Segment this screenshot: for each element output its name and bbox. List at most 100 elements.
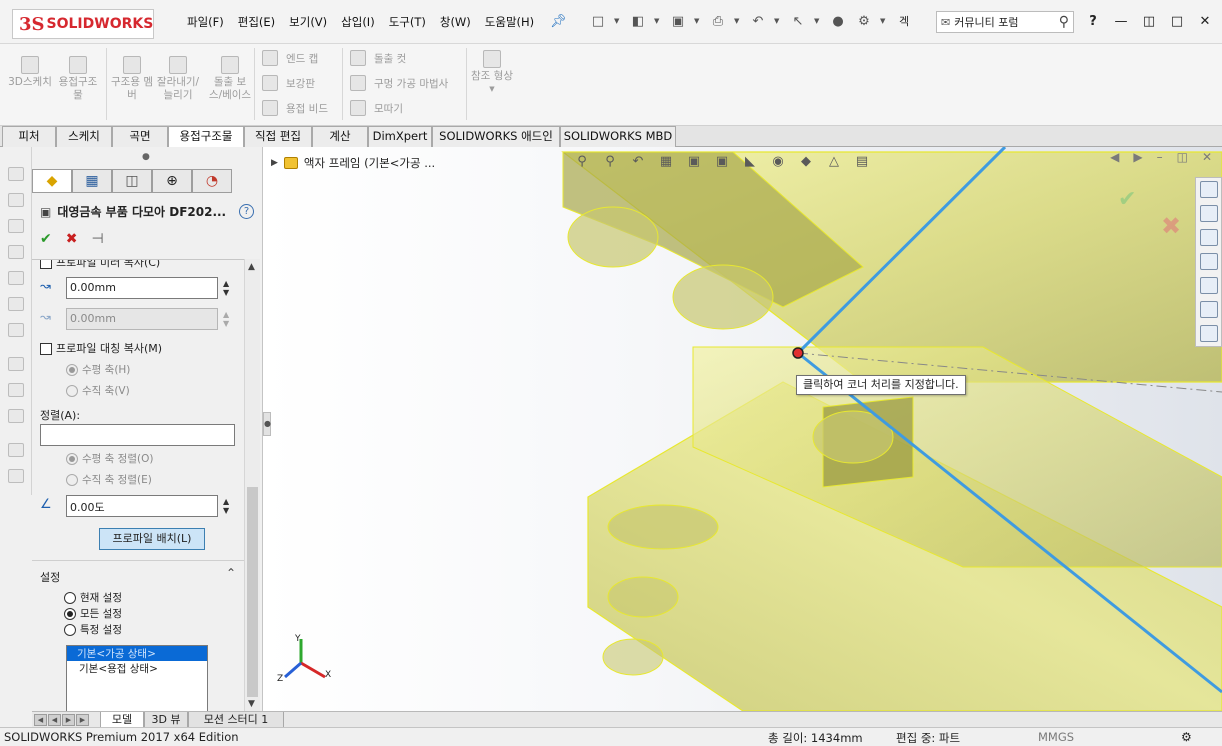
next-tab-icon[interactable]: ▶	[62, 714, 75, 726]
chevron-down-icon[interactable]: ▼	[880, 17, 888, 25]
apply-scene-icon[interactable]: △	[825, 152, 843, 170]
profile-mirror-checkbox[interactable]	[40, 343, 52, 355]
forum-icon[interactable]	[1200, 325, 1218, 342]
config-option-specific[interactable]: 특정 설정	[64, 622, 122, 637]
list-item[interactable]: 기본<가공 상태>	[67, 646, 207, 661]
tab-features[interactable]: 피처	[2, 126, 56, 147]
tile-button[interactable]: ◫	[1140, 12, 1158, 30]
corner-point[interactable]	[792, 347, 804, 359]
menu-tools[interactable]: 도구(T)	[382, 14, 433, 30]
chamfer-button[interactable]: 모따기	[350, 100, 403, 116]
custom-properties-icon[interactable]	[1200, 301, 1218, 318]
extruded-boss-button[interactable]: 돌출 보스/베이스	[208, 56, 252, 102]
tool-icon[interactable]	[8, 469, 24, 483]
options-icon[interactable]: ⚙	[854, 12, 874, 30]
hole-wizard-button[interactable]: 구멍 가공 마법사	[350, 75, 448, 91]
radio[interactable]	[64, 624, 76, 636]
model-view[interactable]	[263, 147, 1222, 711]
first-tab-icon[interactable]: ◀	[34, 714, 47, 726]
home-icon[interactable]	[1200, 181, 1218, 198]
expand-arrow-icon[interactable]: ▶	[271, 158, 278, 168]
display-manager-tab[interactable]: ◔	[192, 169, 232, 193]
weld-bead-button[interactable]: 용접 비드	[262, 100, 328, 116]
undo-icon[interactable]: ↶	[748, 12, 768, 30]
display-style-icon[interactable]: ◣	[741, 152, 759, 170]
next-window-icon[interactable]: ▶	[1133, 150, 1142, 164]
tool-icon[interactable]	[8, 383, 24, 397]
file-explorer-icon[interactable]	[1200, 229, 1218, 246]
extruded-cut-button[interactable]: 돌출 컷	[350, 50, 406, 66]
reference-geometry-button[interactable]: 참조 형상 ▼	[470, 50, 514, 96]
menu-view[interactable]: 보기(V)	[282, 14, 334, 30]
close-view-icon[interactable]: ✕	[1202, 150, 1212, 164]
checkbox[interactable]	[40, 260, 52, 269]
chevron-down-icon[interactable]: ▼	[814, 17, 822, 25]
tab-sketch[interactable]: 스케치	[56, 126, 112, 147]
print-icon[interactable]: ⎙	[708, 12, 728, 30]
rebuild-status-icon[interactable]: ⚙	[1181, 730, 1192, 744]
minimize-button[interactable]: —	[1112, 12, 1130, 30]
3d-sketch-button[interactable]: 3D스케치	[8, 56, 52, 89]
structural-member-button[interactable]: 구조용 멤버	[110, 56, 154, 102]
pushpin-icon[interactable]: ⊣	[91, 231, 103, 247]
cancel-x-icon[interactable]: ✖	[66, 231, 78, 247]
menu-insert[interactable]: 삽입(I)	[334, 14, 382, 30]
appearances-icon[interactable]	[1200, 277, 1218, 294]
tool-icon[interactable]	[8, 245, 24, 259]
chevron-down-icon[interactable]: ▼	[734, 17, 742, 25]
chevron-up-icon[interactable]: ⌃	[226, 566, 236, 580]
tool-icon[interactable]	[8, 193, 24, 207]
offset1-spinner[interactable]: ▲ ▼	[223, 279, 233, 297]
chevron-down-icon[interactable]: ▼	[694, 17, 702, 25]
mirror-profile-row[interactable]: 프로파일 미러 복사(C)	[40, 260, 160, 270]
tool-icon[interactable]	[8, 443, 24, 457]
unit-system[interactable]: MMGS	[1038, 730, 1074, 744]
prev-window-icon[interactable]: ◀	[1110, 150, 1119, 164]
tool-icon[interactable]	[8, 409, 24, 423]
config-option-all[interactable]: 모든 설정	[64, 606, 122, 621]
menu-help[interactable]: 도움말(H)	[478, 14, 541, 30]
tab-mbd[interactable]: SOLIDWORKS MBD	[560, 126, 676, 147]
rebuild-icon[interactable]: ●	[828, 12, 848, 30]
trim-extend-button[interactable]: 잘라내기/늘리기	[156, 56, 200, 102]
feature-manager-tab[interactable]: ◆	[32, 169, 72, 193]
previous-view-icon[interactable]: ↶	[629, 152, 647, 170]
open-icon[interactable]: ◧	[628, 12, 648, 30]
view-settings-icon[interactable]: ▤	[853, 152, 871, 170]
search-icon[interactable]: ⚲	[1059, 14, 1073, 30]
dimxpert-manager-tab[interactable]: ⊕	[152, 169, 192, 193]
help-icon[interactable]: ?	[239, 204, 254, 219]
save-icon[interactable]: ▣	[668, 12, 688, 30]
pane-collapse-handle[interactable]: ●	[263, 412, 271, 436]
rotation-spinner[interactable]: ▲ ▼	[223, 497, 233, 515]
offset1-input[interactable]: 0.00mm	[66, 277, 218, 299]
edit-appearance-icon[interactable]: ◆	[797, 152, 815, 170]
solidworks-logo[interactable]: 3S SOLIDWORKS	[12, 9, 154, 39]
rotation-input[interactable]: 0.00도	[66, 495, 218, 517]
menu-window[interactable]: 창(W)	[433, 14, 478, 30]
confirm-check-icon[interactable]: ✔	[1118, 187, 1136, 212]
pin-icon[interactable]: 📌︎	[550, 14, 567, 29]
profile-mirror-row[interactable]: 프로파일 대칭 복사(M)	[40, 340, 162, 356]
tab-direct-editing[interactable]: 직접 편집	[244, 126, 312, 147]
configuration-manager-tab[interactable]: ◫	[112, 169, 152, 193]
property-manager-tab[interactable]: ▦	[72, 169, 112, 193]
chevron-down-icon[interactable]: ▼	[774, 17, 782, 25]
tab-evaluate[interactable]: 계산	[312, 126, 368, 147]
design-library-icon[interactable]	[1200, 205, 1218, 222]
weldment-button[interactable]: 용접구조물	[56, 56, 100, 102]
zoom-to-area-icon[interactable]: ⚲	[601, 152, 619, 170]
community-forum-search[interactable]: ✉ 커뮤니티 포럼 ⚲	[936, 11, 1074, 33]
help-icon[interactable]: ?	[1084, 12, 1102, 30]
close-button[interactable]: ✕	[1196, 12, 1214, 30]
align-input[interactable]	[40, 424, 235, 446]
chevron-down-icon[interactable]: ▼	[654, 17, 662, 25]
view-palette-icon[interactable]	[1200, 253, 1218, 270]
tool-icon[interactable]	[8, 219, 24, 233]
prev-tab-icon[interactable]: ◀	[48, 714, 61, 726]
tab-3d-views[interactable]: 3D 뷰	[144, 712, 188, 728]
feature-tree-flyout[interactable]: ▶ 액자 프레임 (기본<가공 ...	[271, 155, 435, 171]
restore-view-icon[interactable]: ◫	[1177, 150, 1188, 164]
radio[interactable]	[64, 608, 76, 620]
dynamic-annotation-icon[interactable]: ▣	[685, 152, 703, 170]
